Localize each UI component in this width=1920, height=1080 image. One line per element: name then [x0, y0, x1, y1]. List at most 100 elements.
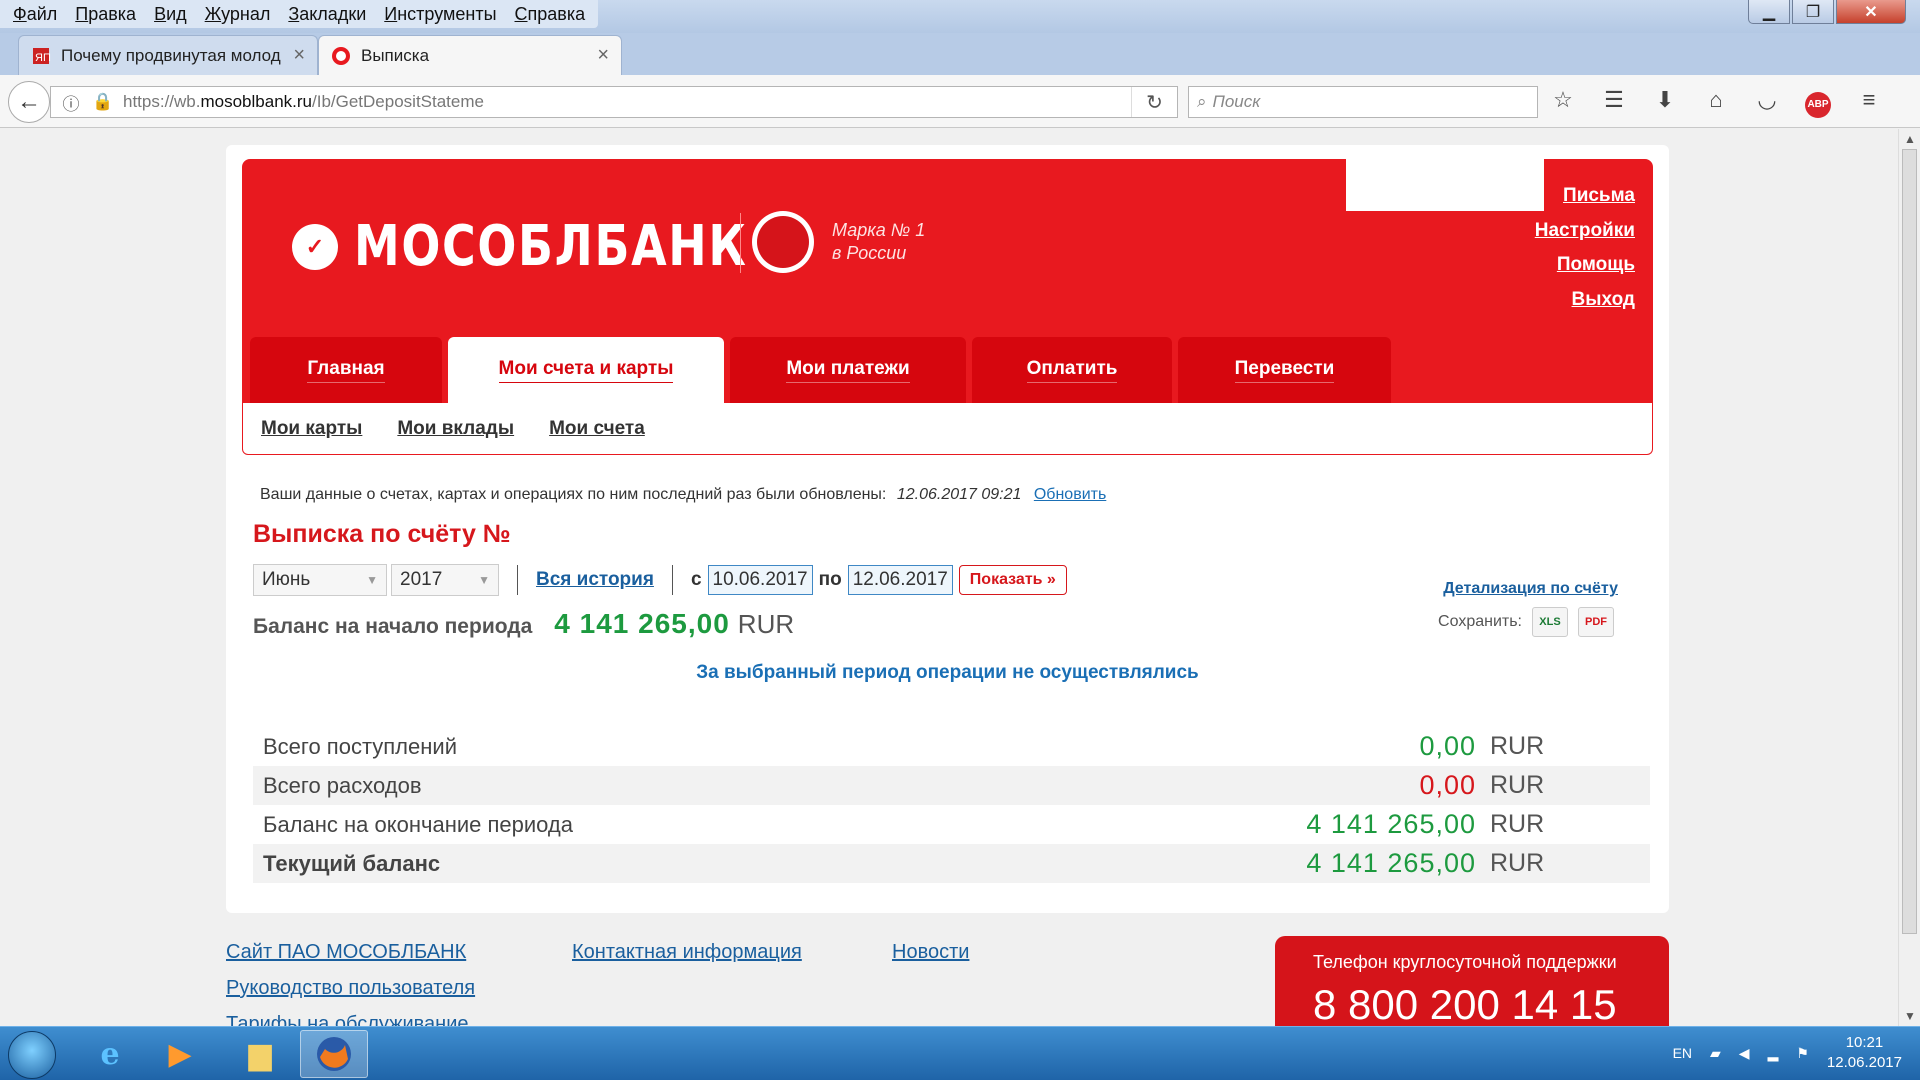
subnav-my-cards[interactable]: Мои карты	[261, 418, 362, 440]
subnav-my-deposits[interactable]: Мои вклады	[397, 418, 514, 440]
header-links: Письма Настройки Помощь Выход	[1535, 179, 1635, 317]
tab-pay[interactable]: Оплатить	[972, 337, 1172, 403]
link-help[interactable]: Помощь	[1535, 248, 1635, 283]
menu-tools[interactable]: Инструменты	[375, 4, 505, 25]
slogan: Марка № 1 в России	[832, 219, 925, 265]
refresh-link[interactable]: Обновить	[1034, 486, 1106, 503]
bank-logo-text: МОСОБЛБАНК	[354, 214, 748, 279]
language-indicator[interactable]: EN	[1673, 1045, 1692, 1061]
bank-favicon-icon	[332, 46, 350, 65]
footer-link-manual[interactable]: Руководство пользователя	[226, 970, 475, 1006]
menu-view[interactable]: Вид	[145, 4, 196, 25]
reading-list-icon[interactable]: ☰	[1601, 87, 1627, 118]
start-button[interactable]	[8, 1031, 56, 1079]
pocket-icon[interactable]: ◡	[1754, 87, 1780, 118]
logo-divider	[740, 213, 741, 273]
month-value: Июнь	[262, 569, 311, 590]
back-arrow-icon: ←	[17, 88, 41, 115]
footer-link-site[interactable]: Сайт ПАО МОСОБЛБАНК	[226, 934, 475, 970]
tab-strip: ЯП Почему продвинутая молод × Выписка × …	[0, 33, 1920, 102]
date-from-input[interactable]: 10.06.2017	[707, 565, 813, 595]
table-row: Текущий баланс 4 141 265,00 RUR	[253, 844, 1650, 883]
date-to-label: по	[818, 569, 842, 590]
network-icon[interactable]: ▂	[1768, 1045, 1779, 1062]
footer-link-tariffs[interactable]: Тарифы на обслуживание	[226, 1006, 475, 1026]
internet-explorer-icon[interactable]: e	[76, 1030, 144, 1078]
footer-link-news[interactable]: Новости	[892, 934, 969, 970]
close-window-button[interactable]: ✕	[1836, 0, 1906, 24]
menu-history[interactable]: Журнал	[196, 4, 280, 25]
row-currency: RUR	[1490, 810, 1545, 838]
hamburger-menu-icon[interactable]: ≡	[1856, 87, 1882, 118]
menu-help[interactable]: Справка	[506, 4, 595, 25]
file-explorer-icon[interactable]: ▆	[226, 1030, 294, 1078]
scrollbar-thumb[interactable]	[1902, 149, 1917, 934]
link-logout[interactable]: Выход	[1535, 283, 1635, 318]
brand-seal-icon	[752, 211, 814, 273]
tab-main[interactable]: Главная	[250, 337, 442, 403]
home-icon[interactable]: ⌂	[1703, 87, 1729, 118]
action-center-icon[interactable]: ⚑	[1796, 1045, 1809, 1062]
all-history-link[interactable]: Вся история	[536, 569, 654, 591]
footer-link-contacts[interactable]: Контактная информация	[572, 934, 802, 970]
account-detail-link[interactable]: Детализация по счёту	[1443, 580, 1618, 598]
link-letters[interactable]: Письма	[1535, 179, 1635, 214]
tab-statement[interactable]: Выписка ×	[318, 35, 622, 75]
tab-label: Перевести	[1234, 358, 1335, 383]
scroll-down-icon[interactable]: ▼	[1904, 1009, 1916, 1023]
filter-divider	[517, 565, 518, 595]
adblock-icon[interactable]: ABP	[1805, 87, 1831, 118]
minimize-button[interactable]: ▁	[1748, 0, 1790, 24]
tab-pikabu[interactable]: ЯП Почему продвинутая молод ×	[18, 35, 318, 75]
url-bar[interactable]: ⓘ 🔒 https://wb. mosoblbank.ru/Ib/GetDepos…	[50, 86, 1178, 118]
bookmark-star-icon[interactable]: ☆	[1550, 87, 1576, 118]
sub-navigation: Мои карты Мои вклады Мои счета	[242, 403, 1653, 455]
search-input[interactable]: ⌕ Поиск	[1188, 86, 1538, 118]
clock[interactable]: 10:21 12.06.2017	[1827, 1033, 1902, 1073]
nvidia-icon[interactable]: ▰	[1710, 1045, 1721, 1062]
update-time: 12.06.2017 09:21	[896, 486, 1022, 503]
support-phone: 8 800 200 14 15	[1313, 981, 1617, 1026]
menu-bookmarks[interactable]: Закладки	[279, 4, 375, 25]
tab-title: Почему продвинутая молод	[61, 45, 281, 65]
reload-icon[interactable]: ↻	[1131, 87, 1177, 117]
scroll-up-icon[interactable]: ▲	[1904, 132, 1916, 146]
date-to-input[interactable]: 12.06.2017	[847, 565, 953, 595]
pdf-export-icon[interactable]: PDF	[1578, 607, 1614, 637]
header-white-block	[1346, 158, 1544, 211]
page-viewport: ✓ МОСОБЛБАНК Марка № 1 в России Письма Н…	[0, 129, 1898, 1026]
back-button[interactable]: ←	[8, 81, 50, 123]
start-balance-currency: RUR	[737, 609, 795, 639]
tab-payments[interactable]: Мои платежи	[730, 337, 966, 403]
firefox-icon[interactable]	[300, 1030, 368, 1078]
media-player-icon[interactable]: ▶	[146, 1030, 214, 1078]
month-select[interactable]: Июнь ▼	[253, 564, 387, 596]
start-balance-label: Баланс на начало периода	[253, 615, 533, 638]
close-tab-icon[interactable]: ×	[293, 44, 305, 67]
row-label: Всего поступлений	[263, 733, 457, 759]
volume-icon[interactable]: ◀	[1739, 1045, 1750, 1062]
subnav-my-accounts[interactable]: Мои счета	[549, 418, 645, 440]
row-value: 4 141 265,00	[1306, 809, 1476, 839]
row-currency: RUR	[1490, 732, 1545, 760]
maximize-button[interactable]: ❐	[1792, 0, 1834, 24]
menu-edit[interactable]: Правка	[66, 4, 145, 25]
menu-file[interactable]: Файл	[4, 4, 66, 25]
excel-export-icon[interactable]: XLS	[1532, 607, 1568, 637]
date-from-label: с	[690, 569, 702, 590]
footer-col-3: Новости	[892, 934, 969, 970]
link-settings[interactable]: Настройки	[1535, 214, 1635, 249]
row-value: 0,00	[1419, 770, 1476, 800]
tab-transfer[interactable]: Перевести	[1178, 337, 1391, 403]
row-currency: RUR	[1490, 849, 1545, 877]
vertical-scrollbar[interactable]: ▲ ▼	[1898, 129, 1920, 1026]
tab-label: Оплатить	[1026, 358, 1118, 383]
footer-col-1: Сайт ПАО МОСОБЛБАНК Руководство пользова…	[226, 934, 475, 1026]
search-icon: ⌕	[1197, 92, 1207, 111]
info-icon[interactable]: ⓘ	[59, 90, 83, 115]
show-button[interactable]: Показать »	[958, 565, 1067, 595]
tab-accounts-cards[interactable]: Мои счета и карты	[448, 337, 724, 403]
year-select[interactable]: 2017 ▼	[391, 564, 499, 596]
close-tab-icon[interactable]: ×	[597, 44, 609, 67]
downloads-icon[interactable]: ⬇	[1652, 87, 1678, 118]
